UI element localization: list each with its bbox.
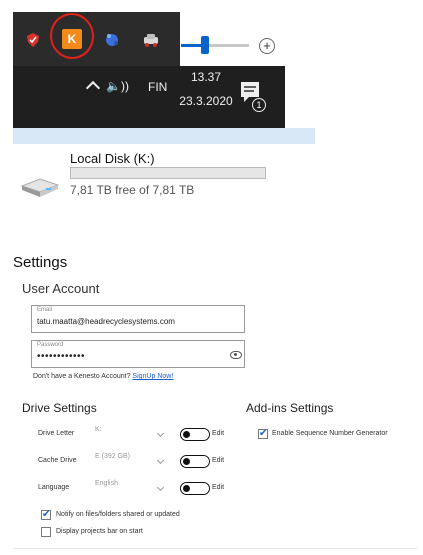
chevron-down-icon xyxy=(156,429,165,438)
signup-link[interactable]: SignUp Now! xyxy=(132,373,173,380)
chevron-down-icon xyxy=(156,483,165,492)
cache-drive-value: E (392 GB) xyxy=(95,453,131,460)
toggle-knob xyxy=(183,430,190,438)
projects-bar-checkbox[interactable] xyxy=(41,527,51,537)
drive-icon xyxy=(20,176,60,198)
notify-checkbox-label: Notify on files/folders shared or update… xyxy=(56,511,180,518)
language-label: Language xyxy=(38,484,70,491)
blue-app-icon[interactable] xyxy=(103,31,121,49)
password-label: Password xyxy=(37,342,64,348)
drive-letter-edit: Edit xyxy=(212,430,225,437)
car-icon[interactable] xyxy=(142,31,160,49)
cache-drive-select[interactable]: E (392 GB) xyxy=(95,453,167,470)
language-value: English xyxy=(95,480,118,487)
cache-drive-edit: Edit xyxy=(212,457,225,464)
header-strip xyxy=(13,128,315,144)
speaker-icon[interactable]: 🔈)) xyxy=(106,79,129,93)
notify-checkbox[interactable]: ✔ xyxy=(41,510,51,520)
eye-icon[interactable] xyxy=(230,351,242,359)
email-value[interactable]: tatu.maatta@headrecyclesystems.com xyxy=(37,317,175,326)
language-select[interactable]: English xyxy=(95,480,167,497)
notification-badge: 1 xyxy=(252,98,266,112)
drive-letter-label: Drive Letter xyxy=(38,430,75,437)
clock-date[interactable]: 23.3.2020 xyxy=(174,94,238,108)
clock-time[interactable]: 13.37 xyxy=(186,70,226,84)
settings-title: Settings xyxy=(13,254,68,271)
language-edit: Edit xyxy=(212,484,225,491)
email-label: Email xyxy=(37,307,53,313)
drive-letter-value: K: xyxy=(95,426,102,433)
drive-settings-heading: Drive Settings xyxy=(22,401,97,415)
drive-letter-select[interactable]: K: xyxy=(95,426,167,443)
drive-name: Local Disk (K:) xyxy=(70,151,155,166)
user-account-heading: User Account xyxy=(22,281,100,296)
toggle-knob xyxy=(183,484,190,492)
bottom-divider xyxy=(13,548,417,549)
language-toggle[interactable] xyxy=(180,482,210,495)
chevron-down-icon xyxy=(156,456,165,465)
signup-prompt: Don't have a Kenesto Account? SignUp Now… xyxy=(33,373,173,380)
toggle-knob xyxy=(183,457,190,465)
drive-free-space: 7,81 TB free of 7,81 TB xyxy=(70,183,195,197)
cache-drive-toggle[interactable] xyxy=(180,455,210,468)
sequence-generator-label: Enable Sequence Number Generator xyxy=(272,430,388,437)
cache-drive-label: Cache Drive xyxy=(38,457,77,464)
signup-prompt-text: Don't have a Kenesto Account? xyxy=(33,373,131,380)
drive-usage-bar xyxy=(70,167,266,179)
sequence-generator-checkbox[interactable]: ✔ xyxy=(258,429,268,439)
addins-settings-heading: Add-ins Settings xyxy=(246,401,334,415)
add-button[interactable]: + xyxy=(259,38,275,54)
shield-red-icon[interactable] xyxy=(24,31,42,49)
language-indicator[interactable]: FIN xyxy=(148,80,167,94)
password-value[interactable]: •••••••••••• xyxy=(37,351,85,362)
volume-slider-thumb[interactable] xyxy=(200,36,209,54)
drive-letter-toggle[interactable] xyxy=(180,428,210,441)
projects-bar-checkbox-label: Display projects bar on start xyxy=(56,528,143,535)
